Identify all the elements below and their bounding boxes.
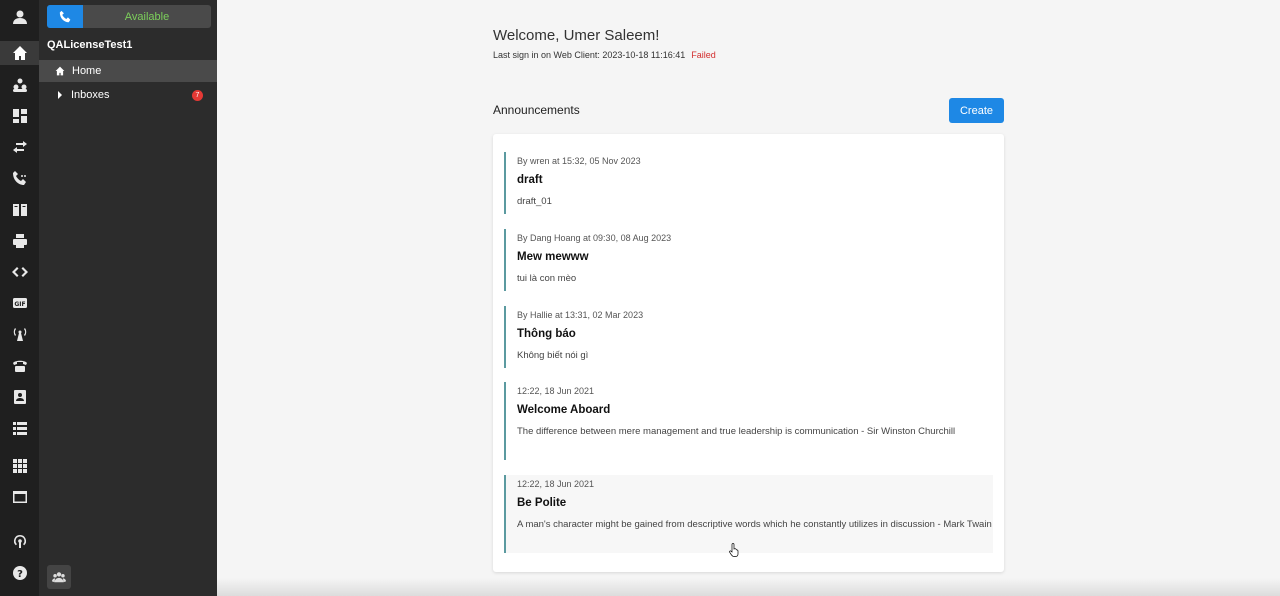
side-panel: Available QALicenseTest1 Home Inboxes 7 bbox=[39, 0, 217, 596]
gif-icon[interactable]: GIF bbox=[0, 291, 39, 315]
presence-status-bar[interactable]: Available bbox=[47, 5, 211, 28]
apps-grid-icon[interactable] bbox=[0, 454, 39, 478]
hand-cursor-icon bbox=[729, 543, 739, 557]
caret-right-icon[interactable] bbox=[58, 91, 62, 99]
list-icon[interactable] bbox=[0, 416, 39, 440]
create-announcement-button[interactable]: Create bbox=[949, 98, 1004, 123]
home-icon[interactable] bbox=[0, 41, 39, 65]
tenant-name: QALicenseTest1 bbox=[47, 39, 133, 51]
presence-status[interactable]: Available bbox=[83, 5, 211, 28]
announcement-body: draft_01 bbox=[517, 196, 552, 207]
announcement-title: Be Polite bbox=[517, 497, 567, 509]
home-icon bbox=[55, 66, 65, 76]
announcement-title: Welcome Aboard bbox=[517, 404, 611, 416]
announcements-list: By wren at 15:32, 05 Nov 2023 draft draf… bbox=[493, 134, 1004, 572]
icon-rail: GIF ? bbox=[0, 0, 39, 596]
announcement-body: The difference between mere management a… bbox=[517, 426, 956, 437]
announcement-item[interactable]: 12:22, 18 Jun 2021 Welcome Aboard The di… bbox=[504, 382, 993, 460]
nav-item-label: Inboxes bbox=[71, 89, 110, 101]
nav-item-home[interactable]: Home bbox=[39, 60, 217, 82]
contact-card-icon[interactable] bbox=[0, 385, 39, 409]
last-sign-in-text: Last sign in on Web Client: 2023-10-18 1… bbox=[493, 50, 686, 60]
transfer-icon[interactable] bbox=[0, 135, 39, 159]
announcement-item[interactable]: 12:22, 18 Jun 2021 Be Polite A man's cha… bbox=[504, 475, 993, 553]
announcement-item[interactable]: By Dang Hoang at 09:30, 08 Aug 2023 Mew … bbox=[504, 229, 993, 291]
nav-item-inboxes[interactable]: Inboxes 7 bbox=[39, 84, 217, 106]
antenna-icon[interactable] bbox=[0, 322, 39, 346]
broadcast-icon[interactable] bbox=[0, 529, 39, 553]
announcement-meta: By Hallie at 13:31, 02 Mar 2023 bbox=[517, 310, 644, 320]
dashboard-icon[interactable] bbox=[0, 104, 39, 128]
announcements-title: Announcements bbox=[493, 103, 580, 117]
announcement-item[interactable]: By wren at 15:32, 05 Nov 2023 draft draf… bbox=[504, 152, 993, 214]
window-icon[interactable] bbox=[0, 485, 39, 509]
announcement-meta: By wren at 15:32, 05 Nov 2023 bbox=[517, 156, 641, 166]
unread-badge: 7 bbox=[192, 90, 203, 101]
svg-text:GIF: GIF bbox=[14, 301, 25, 308]
team-button[interactable] bbox=[47, 565, 71, 589]
users-icon[interactable] bbox=[0, 73, 39, 97]
announcement-title: Thông báo bbox=[517, 328, 576, 340]
announcement-meta: By Dang Hoang at 09:30, 08 Aug 2023 bbox=[517, 233, 672, 243]
announcement-title: Mew mewww bbox=[517, 251, 589, 263]
announcement-body: Không biết nói gì bbox=[517, 350, 589, 361]
welcome-heading: Welcome, Umer Saleem! bbox=[493, 27, 660, 44]
announcement-meta: 12:22, 18 Jun 2021 bbox=[517, 479, 595, 489]
code-icon[interactable] bbox=[0, 260, 39, 284]
bottom-edge bbox=[217, 578, 1280, 596]
print-icon[interactable] bbox=[0, 229, 39, 253]
main-content: Welcome, Umer Saleem! Last sign in on We… bbox=[217, 0, 1280, 596]
call-log-icon[interactable] bbox=[0, 166, 39, 190]
phone-button[interactable] bbox=[47, 5, 83, 28]
announcement-body: tui là con mèo bbox=[517, 273, 577, 284]
team-icon bbox=[52, 572, 66, 583]
svg-text:?: ? bbox=[17, 569, 23, 580]
avatar-icon[interactable] bbox=[0, 5, 39, 29]
announcement-title: draft bbox=[517, 174, 543, 186]
help-icon[interactable]: ? bbox=[0, 561, 39, 585]
announcement-item[interactable]: By Hallie at 13:31, 02 Mar 2023 Thông bá… bbox=[504, 306, 993, 368]
last-sign-in-status: Failed bbox=[691, 50, 716, 60]
announcement-body: A man's character might be gained from d… bbox=[517, 519, 992, 530]
phone-icon bbox=[59, 10, 70, 23]
directory-icon[interactable] bbox=[0, 198, 39, 222]
announcement-meta: 12:22, 18 Jun 2021 bbox=[517, 386, 595, 396]
last-sign-in: Last sign in on Web Client: 2023-10-18 1… bbox=[493, 50, 716, 60]
nav-item-label: Home bbox=[72, 65, 102, 77]
telephone-icon[interactable] bbox=[0, 354, 39, 378]
